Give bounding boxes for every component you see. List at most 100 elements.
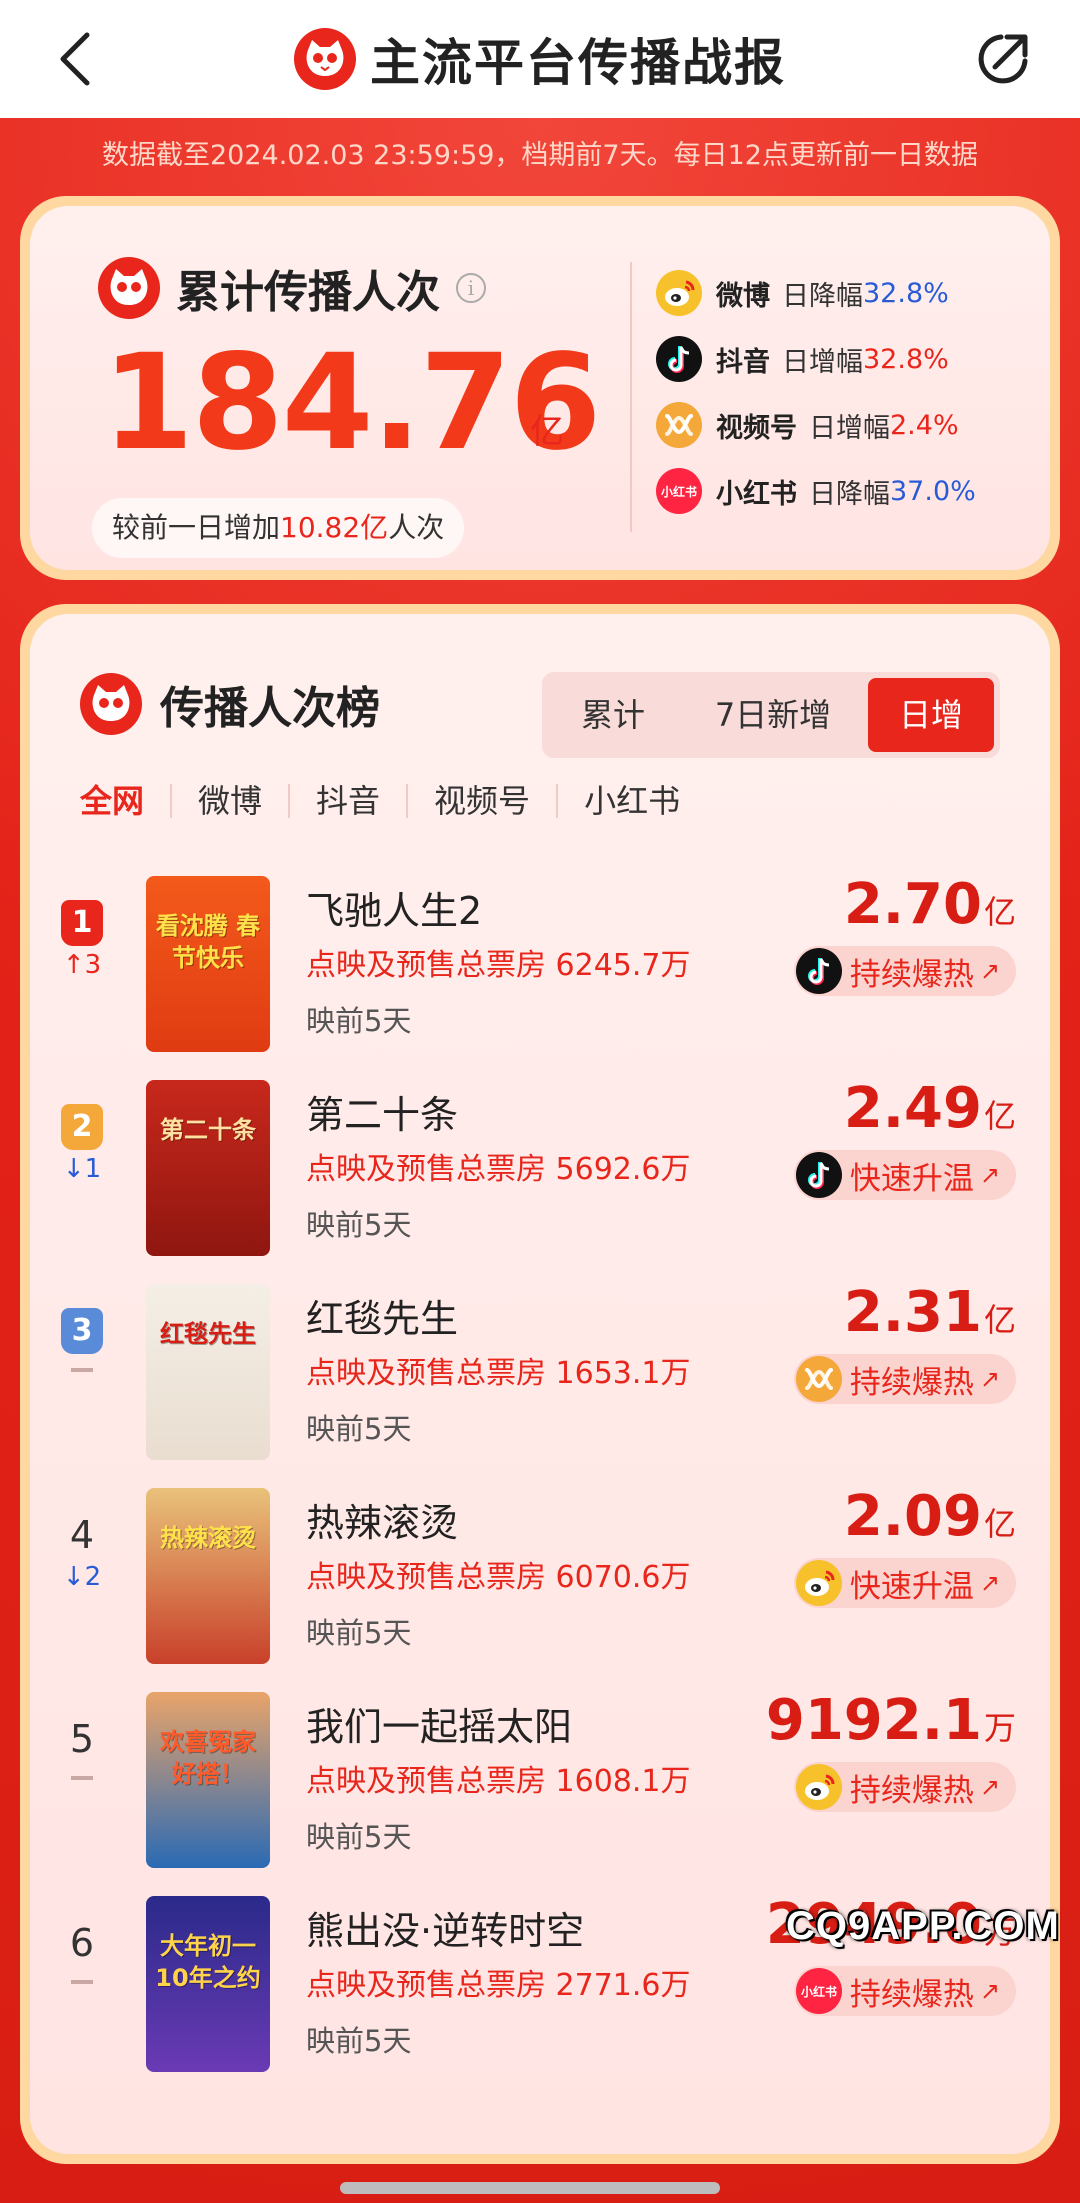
trend-label: 持续爆热: [849, 1976, 974, 2013]
svg-text:小红书: 小红书: [661, 484, 697, 499]
trend-up-arrow-icon: ↗: [979, 1161, 1000, 1189]
trend-up-arrow-icon: ↗: [979, 957, 1000, 985]
trend-up-arrow-icon: ↗: [979, 1569, 1000, 1597]
ranking-row[interactable]: 5 欢喜冤家 好搭！ 我们一起摇太阳 点映及预售总票房 1608.1万 映前5天…: [30, 1686, 1050, 1890]
summary-header: 累计传播人次 i: [98, 256, 486, 320]
reach-number: 9192.1: [765, 1688, 982, 1753]
platform-change-list: 微博 日降幅 32.8% 抖音 日增幅 32.8% 视频号 日增幅 2.4% 小…: [656, 260, 976, 524]
summary-title: 累计传播人次: [176, 267, 440, 318]
movie-poster[interactable]: 红毯先生: [146, 1284, 270, 1460]
info-icon[interactable]: i: [456, 273, 486, 303]
trend-up-arrow-icon: ↗: [979, 1977, 1000, 2005]
scroll-indicator: [340, 2182, 720, 2194]
days-before-release: 映前5天: [306, 1208, 412, 1242]
xiaohongshu-icon: 小红书: [656, 468, 702, 514]
movie-poster[interactable]: 看沈腾 春节快乐: [146, 876, 270, 1052]
reach-number: 2.70: [843, 872, 982, 937]
ranking-row[interactable]: 4 ↓2 热辣滚烫 热辣滚烫 点映及预售总票房 6070.6万 映前5天 2.09…: [30, 1482, 1050, 1686]
movie-title: 我们一起摇太阳: [306, 1705, 573, 1749]
ranking-header: 传播人次榜: [80, 672, 380, 736]
rank-badge: 3: [61, 1308, 103, 1354]
ranking-row[interactable]: 1 ↑3 看沈腾 春节快乐 飞驰人生2 点映及预售总票房 6245.7万 映前5天…: [30, 870, 1050, 1074]
ranking-row[interactable]: 3 红毯先生 红毯先生 点映及预售总票房 1653.1万 映前5天 2.31亿 …: [30, 1278, 1050, 1482]
movie-poster[interactable]: 第二十条: [146, 1080, 270, 1256]
total-reach-unit: 亿: [530, 412, 564, 452]
rank-column: 4 ↓2: [54, 1512, 110, 1592]
box-office: 点映及预售总票房 6070.6万: [306, 1560, 691, 1595]
box-office: 点映及预售总票房 6245.7万: [306, 948, 691, 983]
back-button[interactable]: [40, 24, 110, 94]
total-reach-value: 184.76: [102, 326, 601, 480]
segment-1[interactable]: 7日新增: [678, 678, 868, 752]
daily-increase-pill: 较前一日增加10.82亿人次: [92, 498, 465, 558]
title-wrap: 主流平台传播战报: [294, 23, 786, 95]
segment-0[interactable]: 累计: [548, 678, 678, 752]
tab-0[interactable]: 全网: [80, 784, 170, 818]
trend-label: 持续爆热: [849, 956, 974, 993]
rank-number: 5: [69, 1717, 95, 1761]
platform-change-value: 2.4%: [890, 409, 959, 441]
days-before-release: 映前5天: [306, 1412, 412, 1446]
tab-3[interactable]: 视频号: [406, 784, 556, 818]
trend-label: 持续爆热: [849, 1364, 974, 1401]
ranking-row[interactable]: 2 ↓1 第二十条 第二十条 点映及预售总票房 5692.6万 映前5天 2.49…: [30, 1074, 1050, 1278]
movie-title: 飞驰人生2: [306, 889, 483, 933]
poster-text: 大年初一 10年之约: [155, 1932, 261, 1992]
poster-text: 第二十条: [160, 1116, 256, 1144]
box-office: 点映及预售总票房 5692.6万: [306, 1152, 691, 1187]
rank-column: 3: [54, 1308, 110, 1372]
trend-tag: 小红书 持续爆热 ↗: [793, 1966, 1016, 2016]
box-office: 点映及预售总票房 2771.6万: [306, 1968, 691, 2003]
chevron-left-icon: [60, 32, 90, 86]
poster-text: 欢喜冤家 好搭！: [160, 1728, 256, 1788]
reach-value: 9192.1万: [766, 1688, 1016, 1753]
rank-column: 5: [54, 1716, 110, 1780]
reach-number: 2.09: [843, 1484, 982, 1549]
platform-change-desc: 日降幅: [782, 280, 863, 312]
movie-title: 红毯先生: [306, 1297, 459, 1341]
movie-title: 第二十条: [306, 1093, 459, 1137]
movie-poster[interactable]: 热辣滚烫: [146, 1488, 270, 1664]
channels-icon: [656, 402, 702, 448]
watermark: CQ9APP.COM: [786, 1904, 1060, 1948]
rank-badge: 1: [61, 900, 103, 946]
increase-value: 10.82亿: [280, 511, 389, 544]
platform-change-desc: 日增幅: [782, 346, 863, 378]
platform-change-row: 小红书 小红书 日降幅 37.0%: [656, 458, 976, 524]
platform-change-row: 微博 日降幅 32.8%: [656, 260, 976, 326]
reach-unit: 亿: [983, 1097, 1016, 1135]
rank-change: ↑3: [62, 950, 102, 980]
maoyan-cat-logo-icon: [80, 673, 142, 735]
reach-value: 2.31亿: [844, 1280, 1016, 1345]
reach-unit: 亿: [983, 1301, 1016, 1339]
period-segment-control: 累计 7日新增 日增: [542, 672, 1000, 758]
svg-text:小红书: 小红书: [801, 1984, 837, 1999]
reach-unit: 亿: [983, 1505, 1016, 1543]
movie-title: 熊出没·逆转时空: [306, 1909, 585, 1953]
movie-poster[interactable]: 欢喜冤家 好搭！: [146, 1692, 270, 1868]
summary-card: 累计传播人次 i 184.76 亿 较前一日增加10.82亿人次 微博 日降幅 …: [20, 196, 1060, 580]
days-before-release: 映前5天: [306, 1616, 412, 1650]
weibo-icon: [656, 270, 702, 316]
reach-number: 2.49: [843, 1076, 982, 1141]
rank-column: 1 ↑3: [54, 900, 110, 980]
trend-tag: 快速升温 ↗: [793, 1558, 1016, 1608]
trend-tag: 持续爆热 ↗: [793, 1354, 1016, 1404]
share-icon: [978, 34, 1028, 84]
box-office: 点映及预售总票房 1653.1万: [306, 1356, 691, 1391]
rank-unchanged-icon: [71, 1980, 93, 1984]
tab-1[interactable]: 微博: [170, 784, 288, 818]
movie-poster[interactable]: 大年初一 10年之约: [146, 1896, 270, 2072]
douyin-icon: [795, 1152, 842, 1198]
tab-2[interactable]: 抖音: [288, 784, 406, 818]
platform-change-desc: 日增幅: [809, 412, 890, 444]
rank-unchanged-icon: [71, 1368, 93, 1372]
tab-4[interactable]: 小红书: [556, 784, 706, 818]
channels-icon: [795, 1356, 842, 1402]
share-button[interactable]: [966, 24, 1040, 94]
platform-change-value: 32.8%: [863, 277, 949, 309]
douyin-icon: [795, 948, 842, 994]
rank-unchanged-icon: [71, 1776, 93, 1780]
xiaohongshu-icon: 小红书: [795, 1968, 842, 2014]
segment-2[interactable]: 日增: [868, 678, 994, 752]
